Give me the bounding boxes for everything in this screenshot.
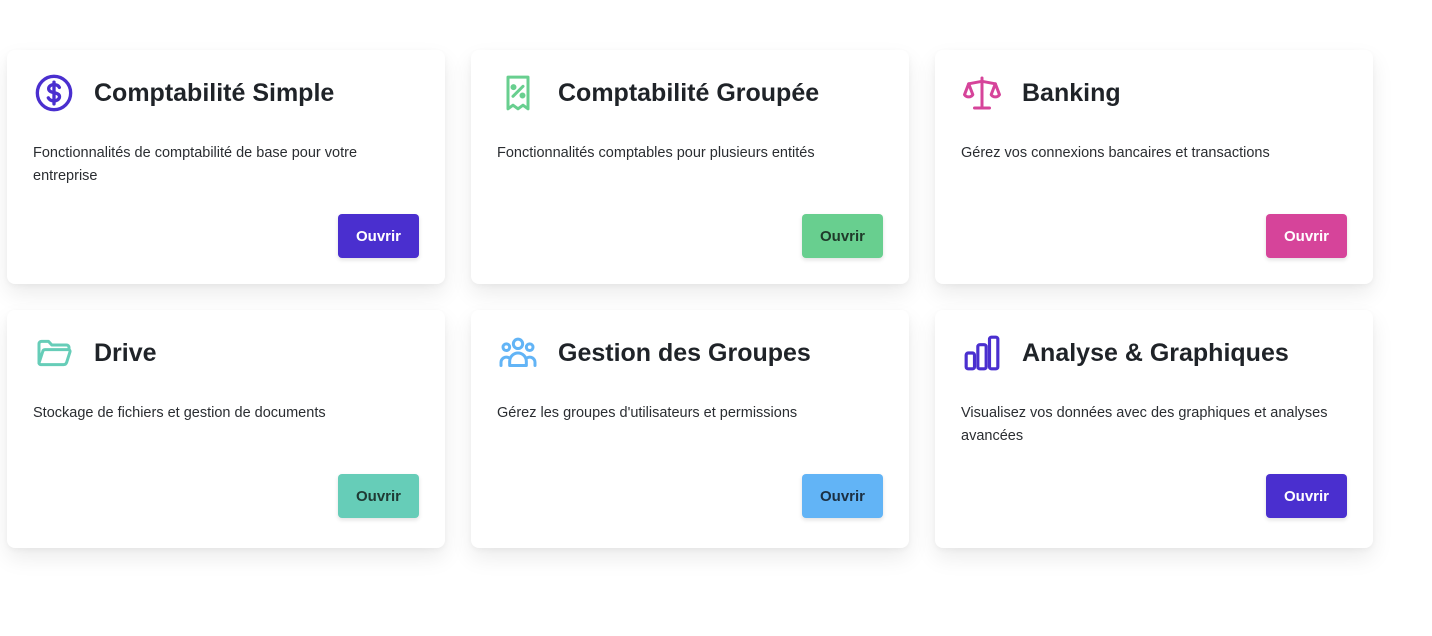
dollar-circle-icon xyxy=(33,72,75,114)
open-gestion-des-groupes-button[interactable]: Ouvrir xyxy=(802,474,883,518)
scale-icon xyxy=(961,72,1003,114)
card-comptabilite-simple: Comptabilité Simple Fonctionnalités de c… xyxy=(7,50,445,284)
card-title: Gestion des Groupes xyxy=(558,338,811,367)
folder-open-icon xyxy=(33,332,75,374)
card-title: Analyse & Graphiques xyxy=(1022,338,1289,367)
card-description: Stockage de fichiers et gestion de docum… xyxy=(33,405,326,421)
card-title: Comptabilité Simple xyxy=(94,78,335,107)
open-comptabilite-groupee-button[interactable]: Ouvrir xyxy=(802,214,883,258)
open-drive-button[interactable]: Ouvrir xyxy=(338,474,419,518)
card-header: Gestion des Groupes xyxy=(497,332,811,374)
card-title: Drive xyxy=(94,338,157,367)
card-header: Comptabilité Simple xyxy=(33,72,334,114)
receipt-percent-icon xyxy=(497,72,539,114)
card-title: Comptabilité Groupée xyxy=(558,78,820,107)
card-title: Banking xyxy=(1022,78,1121,107)
card-description: Fonctionnalités de comptabilité de base … xyxy=(33,145,358,184)
bar-chart-icon xyxy=(961,332,1003,374)
card-header: Banking xyxy=(961,72,1121,114)
card-description: Fonctionnalités comptables pour plusieur… xyxy=(497,145,815,161)
card-comptabilite-groupee: Comptabilité Groupée Fonctionnalités com… xyxy=(471,50,909,284)
card-header: Drive xyxy=(33,332,157,374)
card-header: Comptabilité Groupée xyxy=(497,72,819,114)
open-analyse-graphiques-button[interactable]: Ouvrir xyxy=(1266,474,1347,518)
card-analyse-graphiques: Analyse & Graphiques Visualisez vos donn… xyxy=(935,310,1373,548)
card-description: Visualisez vos données avec des graphiqu… xyxy=(961,405,1328,444)
card-header: Analyse & Graphiques xyxy=(961,332,1289,374)
card-description: Gérez les groupes d'utilisateurs et perm… xyxy=(497,405,798,421)
card-banking: Banking Gérez vos connexions bancaires e… xyxy=(935,50,1373,284)
open-comptabilite-simple-button[interactable]: Ouvrir xyxy=(338,214,419,258)
card-drive: Drive Stockage de fichiers et gestion de… xyxy=(7,310,445,548)
card-description: Gérez vos connexions bancaires et transa… xyxy=(961,145,1270,161)
apps-grid: Comptabilité Simple Fonctionnalités de c… xyxy=(7,50,1373,548)
card-gestion-des-groupes: Gestion des Groupes Gérez les groupes d'… xyxy=(471,310,909,548)
user-group-icon xyxy=(497,332,539,374)
open-banking-button[interactable]: Ouvrir xyxy=(1266,214,1347,258)
